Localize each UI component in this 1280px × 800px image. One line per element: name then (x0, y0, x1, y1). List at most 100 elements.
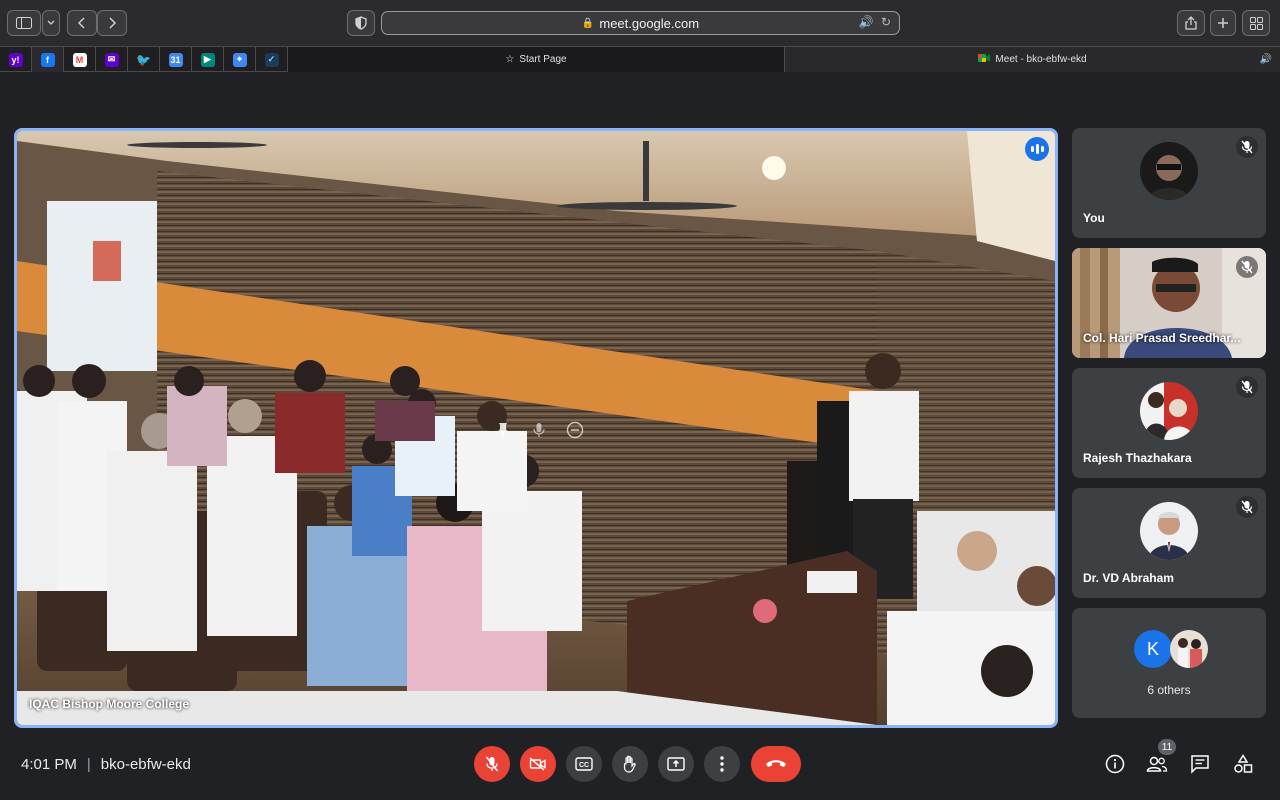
browser-toolbar: 🔒 meet.google.com 🔊 ↻ (0, 0, 1280, 46)
leave-call-button[interactable] (751, 746, 801, 782)
pinned-tab-feedly[interactable]: ✓ (256, 47, 288, 72)
pinned-tab-twitter[interactable]: 🐦 (128, 47, 160, 72)
back-button[interactable] (67, 10, 97, 36)
muted-mic-icon (1236, 376, 1258, 398)
avatar (1140, 382, 1198, 440)
meeting-code: bko-ebfw-ekd (100, 756, 191, 773)
reload-icon[interactable]: ↻ (881, 15, 891, 29)
chat-button[interactable] (1188, 752, 1212, 776)
chevron-right-icon (109, 17, 116, 29)
star-icon: ☆ (505, 54, 515, 65)
others-tile[interactable]: K 6 others (1072, 608, 1266, 718)
grid-icon (1249, 16, 1263, 30)
muted-mic-icon (1236, 496, 1258, 518)
others-avatar-initial: K (1134, 630, 1172, 668)
privacy-report-button[interactable] (347, 10, 375, 36)
main-video-tile[interactable]: IQAC Bishop Moore College (14, 128, 1058, 728)
participant-tile-hari-prasad[interactable]: Col. Hari Prasad Sreedhar... (1072, 248, 1266, 358)
meeting-info: 4:01 PM | bko-ebfw-ekd (21, 756, 191, 773)
new-tab-button[interactable] (1210, 10, 1236, 36)
people-button[interactable] (1145, 752, 1169, 776)
hang-up-icon (766, 760, 786, 767)
participant-name: Col. Hari Prasad Sreedhar... (1083, 331, 1241, 345)
muted-mic-icon (1236, 136, 1258, 158)
captions-button[interactable]: CC (566, 746, 602, 782)
tab-meet[interactable]: Meet - bko-ebfw-ekd 🔊 (785, 47, 1280, 72)
mic-icon[interactable] (525, 416, 553, 444)
feedly-icon: ✓ (264, 52, 279, 67)
chat-icon (1191, 755, 1209, 774)
google-meet-icon (978, 53, 991, 66)
activities-button[interactable] (1231, 752, 1255, 776)
people-icon (1146, 756, 1168, 772)
more-vert-icon (720, 756, 724, 772)
pinned-tab-calendar[interactable]: 31 (160, 47, 192, 72)
avatar (1140, 502, 1198, 560)
address-bar-url: meet.google.com (599, 15, 700, 31)
participant-tile-rajesh[interactable]: Rajesh Thazhakara (1072, 368, 1266, 478)
mic-toggle-button[interactable] (474, 746, 510, 782)
sidebar-toggle-button[interactable] (7, 10, 41, 36)
mic-off-icon (485, 756, 499, 772)
meeting-details-button[interactable] (1103, 752, 1127, 776)
speaking-indicator (1025, 137, 1049, 161)
pinned-tab-gmail[interactable]: M (64, 47, 96, 72)
pinned-tab-maps[interactable]: ⌖ (224, 47, 256, 72)
participant-tile-vd-abraham[interactable]: Dr. VD Abraham (1072, 488, 1266, 598)
participant-count-badge: 11 (1158, 739, 1176, 755)
meet-icon: ▶ (200, 52, 215, 67)
svg-text:CC: CC (579, 762, 589, 769)
pin-icon[interactable] (489, 416, 517, 444)
muted-mic-icon (1236, 256, 1258, 278)
pinned-tab-yahoo-mail[interactable]: ✉ (96, 47, 128, 72)
tab-start-page[interactable]: ☆ Start Page (288, 47, 785, 72)
pinned-tab-yahoo[interactable]: y! (0, 47, 32, 72)
meeting-time: 4:01 PM (21, 756, 77, 773)
yahoo-icon: y! (8, 52, 23, 67)
tile-hover-controls (479, 414, 599, 446)
meeting-info-separator: | (86, 756, 91, 773)
more-options-button[interactable] (704, 746, 740, 782)
tab-overview-button[interactable] (1242, 10, 1270, 36)
camera-toggle-button[interactable] (520, 746, 556, 782)
plus-icon (1218, 18, 1228, 28)
facebook-icon: f (40, 52, 55, 67)
bottom-bar: 4:01 PM | bko-ebfw-ekd CC (0, 732, 1280, 800)
calendar-icon: 31 (168, 52, 183, 67)
captions-icon: CC (575, 757, 593, 771)
info-icon (1105, 754, 1125, 774)
chevron-down-icon (47, 20, 55, 25)
present-button[interactable] (658, 746, 694, 782)
yahoo-mail-icon: ✉ (104, 52, 119, 67)
participant-name: You (1083, 211, 1105, 225)
share-button[interactable] (1177, 10, 1205, 36)
others-label: 6 others (1147, 683, 1191, 697)
lock-icon: 🔒 (581, 17, 595, 29)
address-bar[interactable]: 🔒 meet.google.com 🔊 ↻ (381, 11, 900, 35)
sidebar-menu-button[interactable] (42, 10, 60, 36)
shield-icon (355, 16, 367, 30)
gmail-icon: M (72, 52, 87, 67)
share-icon (1185, 16, 1197, 30)
avatar (1140, 142, 1198, 200)
participant-name: Dr. VD Abraham (1083, 571, 1174, 585)
tab-audio-icon[interactable]: 🔊 (1260, 54, 1272, 65)
others-avatar-photo (1170, 630, 1208, 668)
tab-label: Start Page (519, 54, 567, 65)
sidebar-icon (16, 17, 32, 29)
participant-name: Rajesh Thazhakara (1083, 451, 1192, 465)
remove-icon[interactable] (561, 416, 589, 444)
tab-bar: y! f M ✉ 🐦 31 ▶ ⌖ ✓ ☆ Start Page Meet - … (0, 46, 1280, 72)
twitter-icon: 🐦 (136, 52, 151, 67)
maps-icon: ⌖ (232, 52, 247, 67)
participant-tile-you[interactable]: You (1072, 128, 1266, 238)
present-icon (667, 757, 685, 771)
pinned-tab-facebook[interactable]: f (32, 47, 64, 72)
forward-button[interactable] (97, 10, 127, 36)
raise-hand-button[interactable] (612, 746, 648, 782)
camera-off-icon (529, 757, 546, 771)
pinned-tab-meet[interactable]: ▶ (192, 47, 224, 72)
main-tile-name: IQAC Bishop Moore College (29, 697, 190, 711)
speaker-icon[interactable]: 🔊 (859, 15, 874, 29)
activities-icon (1234, 754, 1253, 773)
